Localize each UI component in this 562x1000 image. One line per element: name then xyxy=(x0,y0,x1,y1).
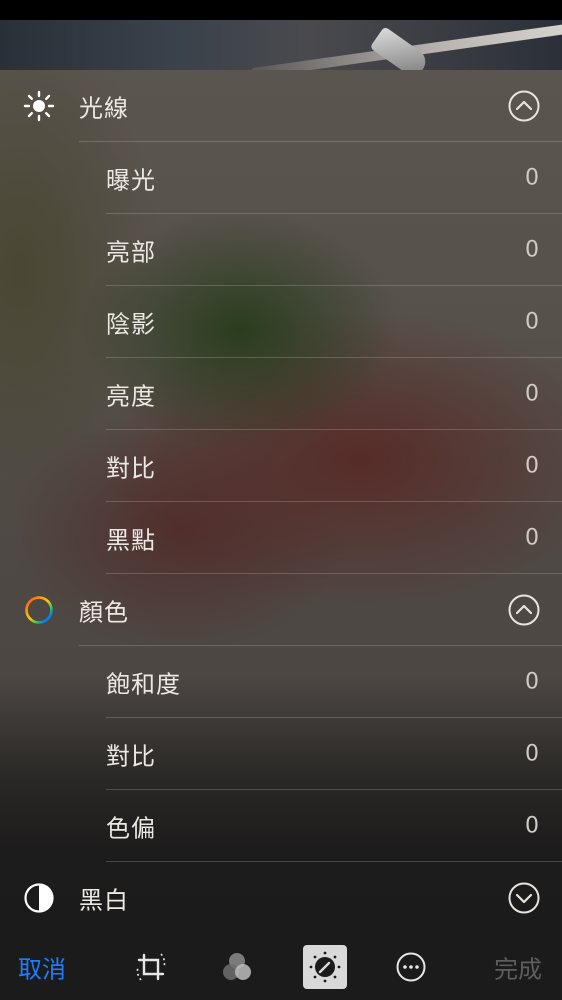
filters-icon[interactable] xyxy=(215,945,259,989)
adjust-value: 0 xyxy=(525,453,539,479)
adjust-label: 色偏 xyxy=(106,814,156,843)
adjust-value: 0 xyxy=(525,309,539,335)
adjust-value: 0 xyxy=(525,813,539,839)
adjust-value: 0 xyxy=(525,237,539,263)
adjustments-panel: 光線 曝光 0 亮部 0 陰影 0 亮度 0 對比 0 黑點 0 顏色 飽和度 … xyxy=(0,70,562,934)
adjust-label: 黑點 xyxy=(106,526,156,555)
done-button[interactable]: 完成 xyxy=(494,950,542,985)
adjust-row-exposure[interactable]: 曝光 0 xyxy=(0,142,562,214)
adjust-row-black-point[interactable]: 黑點 0 xyxy=(0,502,562,574)
adjust-row-highlights[interactable]: 亮部 0 xyxy=(0,214,562,286)
chevron-down-icon[interactable] xyxy=(508,882,540,914)
adjust-label: 亮度 xyxy=(106,382,156,411)
adjust-value: 0 xyxy=(525,381,539,407)
cancel-button[interactable]: 取消 xyxy=(18,950,66,985)
adjust-row-contrast[interactable]: 對比 0 xyxy=(0,430,562,502)
adjust-row-saturation[interactable]: 飽和度 0 xyxy=(0,646,562,718)
section-label-light: 光線 xyxy=(79,94,129,123)
section-label-color: 顏色 xyxy=(79,598,129,627)
adjust-dial-icon[interactable] xyxy=(303,945,347,989)
adjust-value: 0 xyxy=(525,525,539,551)
photo-preview xyxy=(0,20,562,70)
adjust-row-cast[interactable]: 色偏 0 xyxy=(0,790,562,862)
chevron-up-icon[interactable] xyxy=(508,90,540,122)
adjust-row-shadows[interactable]: 陰影 0 xyxy=(0,286,562,358)
status-bar xyxy=(0,0,562,20)
crop-rotate-icon[interactable] xyxy=(129,945,173,989)
adjust-label: 對比 xyxy=(106,742,156,771)
adjust-label: 亮部 xyxy=(106,238,156,267)
edit-toolbar: 取消 完成 xyxy=(0,934,562,1000)
color-ring-icon xyxy=(22,593,56,627)
adjust-label: 對比 xyxy=(106,454,156,483)
section-header-color[interactable]: 顏色 xyxy=(0,574,562,646)
adjust-row-color-contrast[interactable]: 對比 0 xyxy=(0,718,562,790)
section-header-bw[interactable]: 黑白 xyxy=(0,862,562,934)
adjust-label: 飽和度 xyxy=(106,670,181,699)
adjust-value: 0 xyxy=(525,669,539,695)
half-circle-icon xyxy=(22,881,56,915)
section-header-light[interactable]: 光線 xyxy=(0,70,562,142)
more-icon[interactable] xyxy=(389,945,433,989)
sun-icon xyxy=(22,89,56,123)
section-label-bw: 黑白 xyxy=(79,886,129,915)
adjust-row-brightness[interactable]: 亮度 0 xyxy=(0,358,562,430)
chevron-up-icon[interactable] xyxy=(508,594,540,626)
adjust-value: 0 xyxy=(525,741,539,767)
adjust-value: 0 xyxy=(525,165,539,191)
adjust-label: 曝光 xyxy=(106,166,156,195)
adjust-label: 陰影 xyxy=(106,310,156,339)
